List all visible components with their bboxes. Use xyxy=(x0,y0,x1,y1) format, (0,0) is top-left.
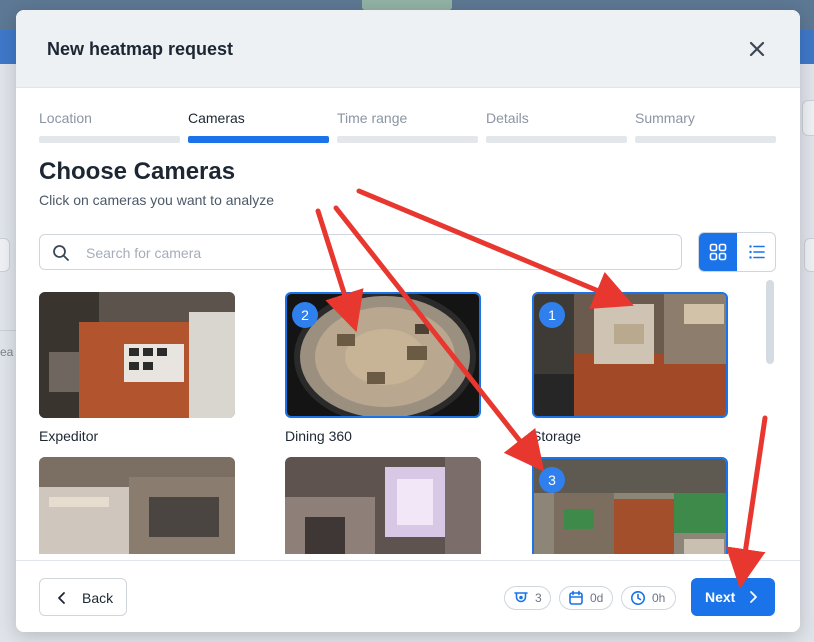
step-details[interactable]: Details xyxy=(486,110,627,146)
modal-header: New heatmap request xyxy=(16,10,800,88)
hours-chip: 0h xyxy=(621,586,676,610)
step-progress-bar xyxy=(635,136,776,143)
camera-card-dining-360[interactable]: 2 Dining 360 xyxy=(285,292,481,452)
close-button[interactable] xyxy=(744,36,770,62)
camera-grid: Expeditor 2 Dining 360 1 Storage 3 xyxy=(16,290,776,554)
selection-order-badge: 1 xyxy=(539,302,565,328)
step-label: Time range xyxy=(337,110,408,126)
camera-thumbnail xyxy=(285,457,481,554)
camera-search[interactable] xyxy=(39,234,682,270)
camera-count: 3 xyxy=(535,591,542,605)
modal-footer: Back 3 0d 0h Next xyxy=(16,560,800,632)
scrollbar[interactable] xyxy=(766,280,774,364)
camera-name: Expeditor xyxy=(39,428,99,444)
search-input[interactable] xyxy=(86,242,666,264)
step-time-range[interactable]: Time range xyxy=(337,110,478,146)
camera-thumbnail xyxy=(39,292,235,418)
days-chip: 0d xyxy=(559,586,613,610)
section-subtitle: Click on cameras you want to analyze xyxy=(39,192,274,208)
camera-count-chip: 3 xyxy=(504,586,551,610)
days-value: 0d xyxy=(590,591,604,605)
step-summary[interactable]: Summary xyxy=(635,110,776,146)
step-label: Summary xyxy=(635,110,695,126)
chevron-left-icon xyxy=(58,592,65,604)
background-field-right xyxy=(804,238,814,272)
step-progress-bar xyxy=(337,136,478,143)
back-label: Back xyxy=(82,590,114,606)
camera-card[interactable] xyxy=(285,457,481,554)
stepper: Location Cameras Time range Details Summ… xyxy=(39,110,777,146)
hours-value: 0h xyxy=(652,591,666,605)
camera-card-expeditor[interactable]: Expeditor xyxy=(39,292,235,452)
section-title: Choose Cameras xyxy=(39,158,236,185)
step-location[interactable]: Location xyxy=(39,110,180,146)
camera-thumbnail xyxy=(39,457,235,554)
next-button[interactable]: Next xyxy=(691,578,775,616)
calendar-icon xyxy=(569,590,583,605)
list-view-button[interactable] xyxy=(738,233,775,271)
camera-name: Dining 360 xyxy=(285,428,352,444)
step-progress-bar xyxy=(39,136,180,143)
selection-order-badge: 3 xyxy=(539,467,565,493)
heatmap-request-modal: New heatmap request Location Cameras Tim… xyxy=(16,10,800,632)
back-button[interactable]: Back xyxy=(39,578,127,616)
list-icon xyxy=(749,245,765,259)
chevron-right-icon xyxy=(750,591,757,603)
background-box-right xyxy=(802,100,814,136)
step-label: Location xyxy=(39,110,92,126)
search-icon xyxy=(53,245,69,261)
camera-card-storage[interactable]: 1 Storage xyxy=(532,292,728,452)
selection-order-badge: 2 xyxy=(292,302,318,328)
step-label: Details xyxy=(486,110,529,126)
close-icon xyxy=(749,41,765,57)
view-toggle xyxy=(698,232,776,272)
next-label: Next xyxy=(705,589,736,605)
modal-title: New heatmap request xyxy=(47,39,234,59)
camera-name: Storage xyxy=(532,428,582,444)
step-label: Cameras xyxy=(188,110,245,126)
step-progress-bar xyxy=(486,136,627,143)
clock-icon xyxy=(631,591,645,605)
camera-icon xyxy=(514,592,528,603)
grid-icon xyxy=(709,243,727,261)
step-progress-bar xyxy=(188,136,329,143)
background-text: ea xyxy=(0,345,14,359)
step-cameras[interactable]: Cameras xyxy=(188,110,329,146)
background-field xyxy=(0,238,10,272)
grid-view-button[interactable] xyxy=(699,233,737,271)
camera-card[interactable]: 3 xyxy=(532,457,728,554)
app-logo xyxy=(362,0,452,10)
camera-card[interactable] xyxy=(39,457,235,554)
